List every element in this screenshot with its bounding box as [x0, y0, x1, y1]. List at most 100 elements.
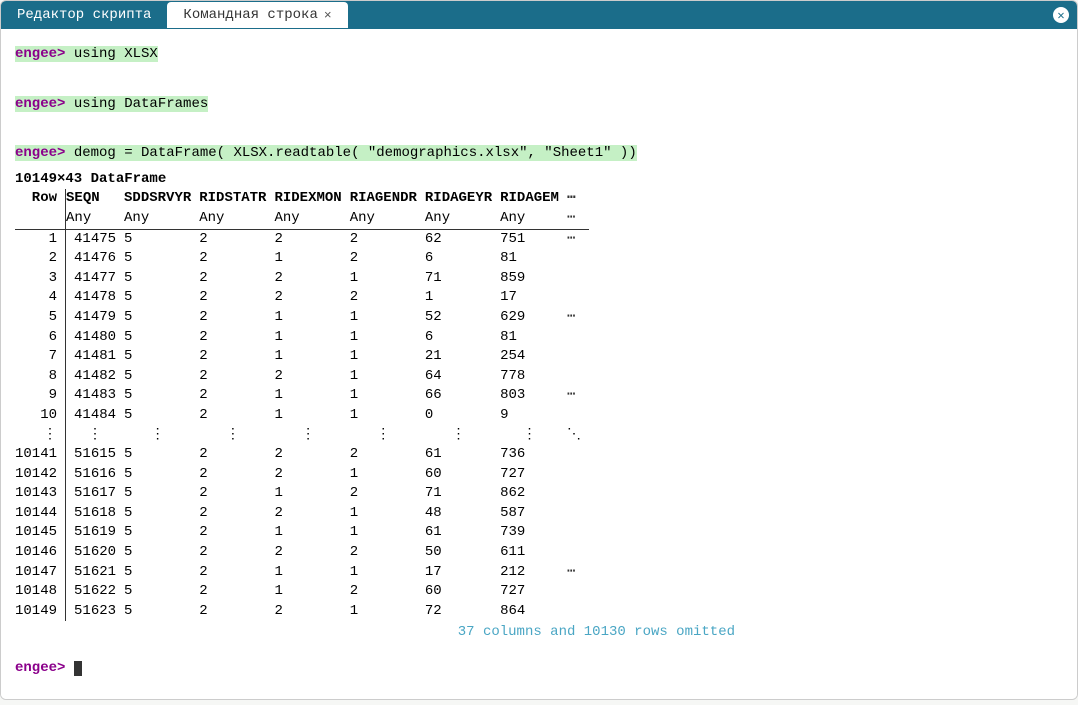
col-type: Any: [274, 209, 349, 229]
table-row: 541479521152629⋯: [15, 308, 589, 328]
ellipsis: ⋯: [567, 209, 589, 229]
cell: 1: [350, 504, 425, 524]
cell: 5: [124, 602, 199, 622]
row-number: 10144: [15, 504, 66, 524]
cell: 1: [274, 386, 349, 406]
cell: 1: [350, 523, 425, 543]
cell: 61: [425, 523, 500, 543]
cell: 51623: [66, 602, 125, 622]
cell: 2: [350, 445, 425, 465]
tab-command-line[interactable]: Командная строка ×: [167, 2, 347, 28]
ellipsis: [567, 484, 589, 504]
tab-label: Редактор скрипта: [17, 7, 151, 23]
cell: 1: [274, 582, 349, 602]
cell: 2: [350, 288, 425, 308]
col-header: RIDAGEYR: [425, 189, 500, 209]
col-type: Any: [124, 209, 199, 229]
cell: 1: [274, 249, 349, 269]
cell: 51617: [66, 484, 125, 504]
col-type: Any: [199, 209, 274, 229]
table-row: 1014251616522160727: [15, 465, 589, 485]
cell: 51619: [66, 523, 125, 543]
table-row: 1014551619521161739: [15, 523, 589, 543]
cell: 5: [124, 465, 199, 485]
cell: 5: [124, 563, 199, 583]
ellipsis: [567, 602, 589, 622]
table-row: 1014651620522250611: [15, 543, 589, 563]
cell: 41475: [66, 229, 125, 249]
cell: 81: [500, 249, 567, 269]
prompt: engee>: [15, 46, 65, 62]
cell: 2: [199, 249, 274, 269]
table-row: 1014351617521271862: [15, 484, 589, 504]
cell: 41483: [66, 386, 125, 406]
panel-close-icon[interactable]: ✕: [1053, 7, 1069, 23]
ellipsis: [567, 465, 589, 485]
col-type: Any: [425, 209, 500, 229]
command-line: engee> using DataFrames: [15, 95, 1063, 115]
cell: 2: [274, 229, 349, 249]
cell: 2: [199, 269, 274, 289]
cell: 2: [274, 602, 349, 622]
table-row: 1014151615522261736: [15, 445, 589, 465]
cell: 5: [124, 229, 199, 249]
cell: 41482: [66, 367, 125, 387]
close-icon[interactable]: ×: [324, 8, 332, 23]
ellipsis: ⋯: [567, 563, 589, 583]
cell: 5: [124, 367, 199, 387]
tab-script-editor[interactable]: Редактор скрипта: [1, 2, 167, 28]
col-header: RIDEXMON: [274, 189, 349, 209]
command-text: demog = DataFrame( XLSX.readtable( "demo…: [65, 145, 636, 161]
cell: 751: [500, 229, 567, 249]
row-number: 10145: [15, 523, 66, 543]
cell: 41480: [66, 328, 125, 348]
cell: 1: [350, 328, 425, 348]
cell: 2: [199, 543, 274, 563]
table-row: 1014751621521117212⋯: [15, 563, 589, 583]
cell: 51618: [66, 504, 125, 524]
row-number: 1: [15, 229, 66, 249]
cell: 6: [425, 249, 500, 269]
table-row: 741481521121254: [15, 347, 589, 367]
dataframe-shape: 10149×43 DataFrame: [15, 170, 1063, 190]
cell: 1: [274, 563, 349, 583]
cell: 778: [500, 367, 567, 387]
cell: 2: [199, 386, 274, 406]
row-number: 10141: [15, 445, 66, 465]
omitted-note: 37 columns and 10130 rows omitted: [15, 623, 735, 643]
cell: 1: [274, 484, 349, 504]
cell: 1: [350, 563, 425, 583]
cell: 2: [350, 484, 425, 504]
cell: 51621: [66, 563, 125, 583]
ellipsis: [567, 328, 589, 348]
col-header: RIDSTATR: [199, 189, 274, 209]
col-type: Any: [350, 209, 425, 229]
cell: 2: [274, 543, 349, 563]
ellipsis: [567, 269, 589, 289]
cell: 2: [199, 504, 274, 524]
col-header: RIDAGEM: [500, 189, 567, 209]
table-row: 6414805211681: [15, 328, 589, 348]
table-row: 1014951623522172864: [15, 602, 589, 622]
cell: 2: [274, 445, 349, 465]
cell: 1: [350, 269, 425, 289]
cell: 1: [274, 406, 349, 426]
table-row: 141475522262751⋯: [15, 229, 589, 249]
cell: 1: [274, 523, 349, 543]
cell: 862: [500, 484, 567, 504]
cell: 2: [199, 602, 274, 622]
cell: 2: [350, 229, 425, 249]
terminal-body[interactable]: engee> using XLSX engee> using DataFrame…: [1, 29, 1077, 699]
cell: 1: [425, 288, 500, 308]
cell: 0: [425, 406, 500, 426]
cell: 1: [350, 386, 425, 406]
prompt: engee>: [15, 96, 65, 112]
cell: 1: [274, 328, 349, 348]
cell: 2: [274, 288, 349, 308]
cell: 66: [425, 386, 500, 406]
row-number: 10149: [15, 602, 66, 622]
active-prompt[interactable]: engee>: [15, 659, 1063, 679]
table-row: 841482522164778: [15, 367, 589, 387]
table-row: 4414785222117: [15, 288, 589, 308]
type-row: Any Any Any Any Any Any Any ⋯: [15, 209, 589, 229]
